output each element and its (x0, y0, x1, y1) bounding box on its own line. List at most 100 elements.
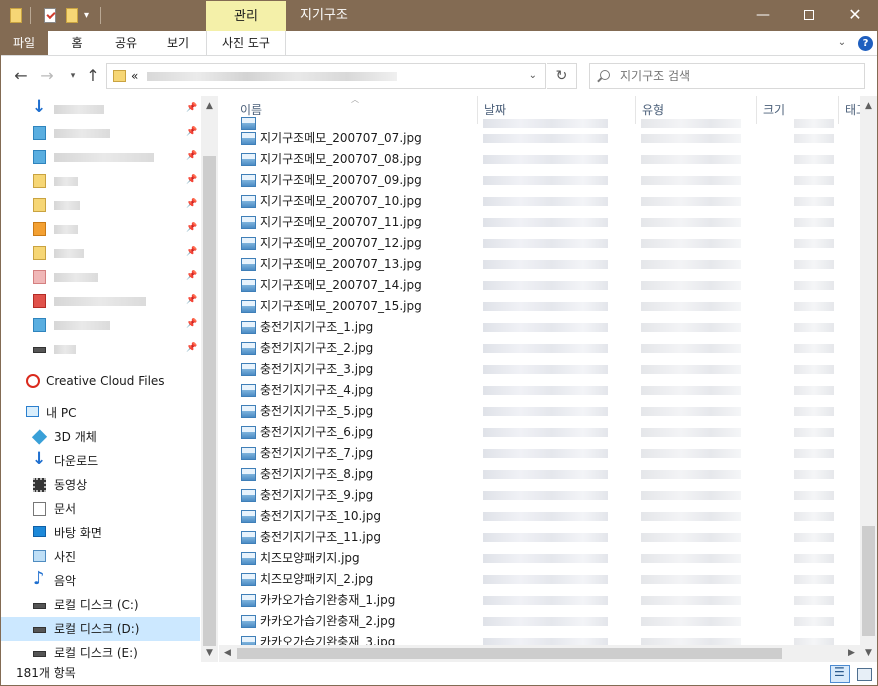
nav-item-this-pc[interactable]: 내 PC (0, 401, 200, 425)
pin-icon[interactable]: 📌 (186, 127, 197, 137)
table-row[interactable]: 지기구조메모_200707_12.jpg (219, 233, 860, 254)
vertical-scrollbar[interactable]: ▲ ▼ (860, 96, 877, 662)
tab-home[interactable]: 홈 (60, 31, 94, 55)
close-button[interactable]: ✕ (832, 0, 878, 31)
scroll-right-icon[interactable]: ▶ (843, 645, 860, 662)
recent-locations-icon[interactable]: ▾ (62, 64, 84, 88)
large-icons-view-icon[interactable] (854, 665, 874, 683)
table-row[interactable]: 충전기지기구조_7.jpg (219, 443, 860, 464)
minimize-button[interactable]: — (740, 0, 786, 31)
tab-view[interactable]: 보기 (158, 31, 198, 55)
forward-arrow-icon[interactable]: → (36, 64, 58, 88)
properties-icon[interactable] (44, 8, 56, 23)
table-row[interactable]: 충전기지기구조_10.jpg (219, 506, 860, 527)
pin-icon[interactable]: 📌 (186, 247, 197, 257)
back-arrow-icon[interactable]: ← (10, 64, 32, 88)
new-folder-icon[interactable] (66, 8, 78, 23)
scroll-up-icon[interactable]: ▲ (201, 98, 218, 115)
table-row[interactable]: 지기구조메모_200707_13.jpg (219, 254, 860, 275)
table-row[interactable]: 지기구조메모_200707_08.jpg (219, 149, 860, 170)
up-arrow-icon[interactable]: ↑ (82, 64, 104, 88)
status-bar: 181개 항목 (0, 662, 878, 686)
quick-access-item[interactable]: 📌 (0, 169, 200, 193)
image-file-icon (241, 195, 256, 208)
table-row[interactable]: 충전기지기구조_6.jpg (219, 422, 860, 443)
table-row[interactable]: 지기구조메모_200707_11.jpg (219, 212, 860, 233)
pin-icon[interactable]: 📌 (186, 343, 197, 353)
table-row[interactable]: 지기구조메모_200707_10.jpg (219, 191, 860, 212)
tab-share[interactable]: 공유 (106, 31, 146, 55)
table-row[interactable]: 충전기지기구조_4.jpg (219, 380, 860, 401)
quick-access-item[interactable]: 📌 (0, 241, 200, 265)
table-row[interactable]: 충전기지기구조_9.jpg (219, 485, 860, 506)
quick-access-item[interactable]: 📌 (0, 217, 200, 241)
scroll-up-icon[interactable]: ▲ (860, 98, 877, 115)
pin-icon[interactable]: 📌 (186, 103, 197, 113)
context-tab-manage[interactable]: 관리 (206, 0, 286, 31)
chevron-down-icon[interactable]: ⌄ (529, 64, 537, 88)
refresh-button[interactable]: ↻ (547, 63, 577, 89)
quick-access-item[interactable]: 📌 (0, 121, 200, 145)
nav-item-drive-e[interactable]: 로컬 디스크 (E:) (0, 641, 200, 662)
pin-icon[interactable]: 📌 (186, 295, 197, 305)
table-row[interactable]: 충전기지기구조_8.jpg (219, 464, 860, 485)
pin-icon[interactable]: 📌 (186, 199, 197, 209)
address-bar[interactable]: « ⌄ (106, 63, 546, 89)
quick-access-item[interactable]: 📌 (0, 97, 200, 121)
nav-scrollbar[interactable]: ▲ ▼ (201, 96, 218, 662)
nav-item-desktop[interactable]: 바탕 화면 (0, 521, 200, 545)
nav-item-videos[interactable]: 동영상 (0, 473, 200, 497)
details-view-icon[interactable] (830, 665, 850, 683)
breadcrumb-overflow[interactable]: « (131, 64, 138, 88)
table-row[interactable]: 충전기지기구조_3.jpg (219, 359, 860, 380)
quick-access-item[interactable]: 📌 (0, 145, 200, 169)
search-input[interactable] (620, 64, 850, 88)
horizontal-scrollbar[interactable]: ◀ ▶ (219, 645, 860, 662)
nav-label: 3D 개체 (54, 430, 97, 444)
quick-access-item[interactable]: 📌 (0, 289, 200, 313)
search-box[interactable] (589, 63, 865, 89)
nav-item-music[interactable]: 음악 (0, 568, 200, 593)
pin-icon[interactable]: 📌 (186, 175, 197, 185)
nav-item-documents[interactable]: 문서 (0, 497, 200, 521)
table-row[interactable]: 충전기지기구조_5.jpg (219, 401, 860, 422)
pin-icon[interactable]: 📌 (186, 271, 197, 281)
table-row[interactable]: 카카오가습기완충재_1.jpg (219, 590, 860, 611)
table-row[interactable]: 지기구조메모_200707_15.jpg (219, 296, 860, 317)
table-row[interactable]: 카카오가습기완충재_2.jpg (219, 611, 860, 632)
quick-access-item[interactable]: 📌 (0, 313, 200, 337)
table-row[interactable]: 치즈모양패키지_2.jpg (219, 569, 860, 590)
nav-item-pictures[interactable]: 사진 (0, 545, 200, 569)
table-row[interactable]: 지기구조메모_200707_07.jpg (219, 128, 860, 149)
table-row[interactable]: 충전기지기구조_1.jpg (219, 317, 860, 338)
tab-picture-tools[interactable]: 사진 도구 (206, 31, 286, 55)
scroll-down-icon[interactable]: ▼ (860, 645, 877, 662)
nav-item-3d-objects[interactable]: 3D 개체 (0, 425, 200, 449)
maximize-button[interactable] (786, 0, 832, 31)
tab-file[interactable]: 파일 (0, 31, 48, 55)
nav-item-downloads[interactable]: 다운로드 (0, 449, 200, 473)
quick-access-item[interactable]: 📌 (0, 193, 200, 217)
pin-icon[interactable]: 📌 (186, 319, 197, 329)
table-row[interactable]: 지기구조메모_200707_14.jpg (219, 275, 860, 296)
table-row[interactable]: 충전기지기구조_2.jpg (219, 338, 860, 359)
customize-quick-access-icon[interactable]: ▾ (84, 10, 89, 21)
scrollbar-thumb[interactable] (203, 156, 216, 646)
table-row[interactable]: 충전기지기구조_11.jpg (219, 527, 860, 548)
nav-item-drive-d[interactable]: 로컬 디스크 (D:) (0, 617, 200, 641)
help-icon[interactable]: ? (858, 36, 873, 51)
table-row[interactable]: 지기구조메모_200707_09.jpg (219, 170, 860, 191)
quick-access-item[interactable]: 📌 (0, 265, 200, 289)
expand-ribbon-icon[interactable]: ⌄ (836, 37, 848, 49)
quick-access-item[interactable]: 📌 (0, 337, 200, 361)
pin-icon[interactable]: 📌 (186, 223, 197, 233)
scrollbar-thumb[interactable] (862, 526, 875, 636)
pin-icon[interactable]: 📌 (186, 151, 197, 161)
scroll-down-icon[interactable]: ▼ (201, 645, 218, 662)
nav-item-drive-c[interactable]: 로컬 디스크 (C:) (0, 593, 200, 617)
table-row[interactable]: 치즈모양패키지.jpg (219, 548, 860, 569)
nav-item-creative-cloud[interactable]: Creative Cloud Files (0, 369, 200, 393)
folder-icon[interactable] (10, 8, 22, 23)
scrollbar-thumb[interactable] (237, 648, 782, 659)
scroll-left-icon[interactable]: ◀ (219, 645, 236, 662)
